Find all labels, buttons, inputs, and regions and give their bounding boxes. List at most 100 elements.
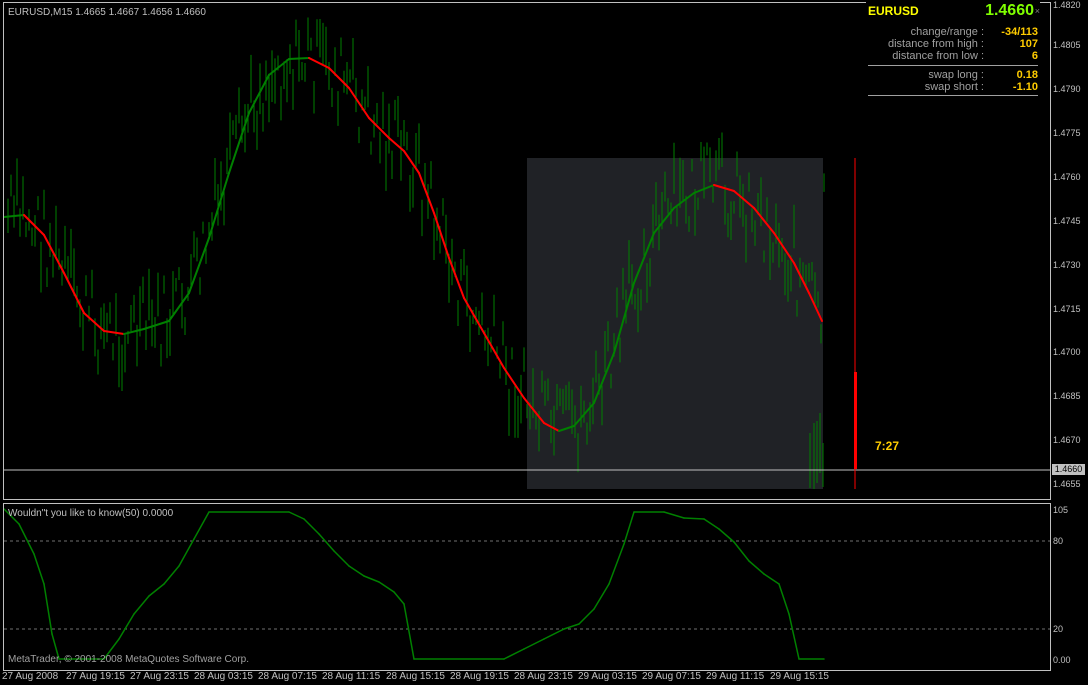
price-tick: 1.4670: [1053, 435, 1081, 445]
moving-average-line: [418, 172, 435, 214]
moving-average-line: [23, 214, 45, 236]
moving-average-line: [448, 257, 465, 299]
indicator-line: [163, 565, 180, 585]
moving-average-line: [328, 67, 350, 89]
distance-high-label: distance from high :: [888, 38, 984, 50]
indicator-line: [763, 573, 780, 585]
time-tick: 28 Aug 11:15: [322, 671, 381, 682]
indicator-line: [43, 583, 53, 635]
indicator-line: [393, 591, 405, 605]
indicator-tick: 20: [1053, 624, 1064, 634]
indicator-line: [303, 518, 320, 535]
copyright-text: MetaTrader, © 2001-2008 MetaQuotes Softw…: [8, 654, 250, 665]
indicator-line: [318, 533, 335, 552]
indicator-line: [543, 628, 565, 640]
info-divider-bottom: [868, 95, 1038, 96]
indicator-line: [788, 613, 800, 660]
indicator-pane[interactable]: Wouldn"t you like to know(50) 0.0000 Met…: [3, 503, 1051, 671]
distance-low-value: 6: [1031, 50, 1038, 62]
time-tick: 28 Aug 07:15: [258, 671, 317, 682]
distance-low-label: distance from low :: [892, 50, 984, 62]
indicator-line: [623, 511, 635, 545]
swap-short-value: -1.10: [1012, 81, 1038, 93]
time-tick: 27 Aug 19:15: [66, 671, 125, 682]
price-tick: 1.4775: [1053, 128, 1081, 138]
moving-average-line: [123, 328, 145, 335]
indicator-line: [503, 648, 525, 660]
indicator-line: [18, 523, 35, 555]
price-tick: 1.4730: [1053, 260, 1081, 270]
time-tick: 27 Aug 23:15: [130, 671, 189, 682]
price-tick: 1.4715: [1053, 304, 1081, 314]
moving-average-line: [188, 237, 210, 294]
indicator-line: [363, 575, 380, 583]
indicator-line: [333, 550, 350, 567]
price-tick: 1.4760: [1053, 172, 1081, 182]
moving-average-line: [208, 172, 230, 239]
indicator-tick: 105: [1053, 505, 1069, 515]
time-tick: 29 Aug 03:15: [578, 671, 637, 682]
time-tick: 29 Aug 15:15: [770, 671, 829, 682]
indicator-canvas[interactable]: [4, 504, 1050, 670]
indicator-line: [33, 553, 45, 585]
indicator-line: [563, 623, 580, 630]
price-tick: 1.4745: [1053, 216, 1081, 226]
time-tick: 29 Aug 07:15: [642, 671, 701, 682]
swap-long-label: swap long :: [928, 69, 984, 81]
indicator-line: [348, 565, 365, 577]
indicator-line: [523, 638, 545, 650]
indicator-line: [288, 511, 305, 520]
indicator-line: [593, 583, 610, 610]
indicator-line: [178, 538, 195, 567]
indicator-line: [378, 581, 395, 593]
moving-average-line: [43, 234, 65, 274]
distance-high-value: 107: [1019, 38, 1038, 50]
price-tick: 1.4805: [1053, 40, 1081, 50]
indicator-tick: 0.00: [1053, 655, 1071, 665]
moving-average-line: [143, 320, 170, 330]
indicator-line: [748, 560, 765, 575]
moving-average-line: [288, 57, 310, 60]
indicator-line: [703, 518, 720, 530]
bar-timer: 7:27: [875, 439, 900, 453]
change-range-value: -34/113: [1001, 26, 1038, 38]
indicator-line: [578, 608, 595, 625]
time-tick: 28 Aug 19:15: [450, 671, 509, 682]
price-tick: 1.4700: [1053, 347, 1081, 357]
time-tick: 29 Aug 11:15: [706, 671, 765, 682]
price-tick: 1.4820: [1053, 0, 1081, 10]
price-tick: 1.4790: [1053, 84, 1081, 94]
indicator-line: [133, 595, 150, 615]
time-tick: 27 Aug 2008: [2, 671, 59, 682]
indicator-line: [118, 613, 135, 640]
info-divider: [868, 65, 1038, 66]
moving-average-line: [168, 292, 190, 322]
bid-price: 1.4660: [985, 2, 1034, 19]
indicator-line: [193, 511, 210, 540]
moving-average-line: [403, 150, 420, 174]
indicator-line: [733, 541, 750, 562]
chart-title: EURUSD,M15 1.4665 1.4667 1.4656 1.4660: [8, 7, 206, 18]
moving-average-line: [368, 117, 390, 139]
moving-average-line: [483, 332, 505, 369]
swap-short-label: swap short :: [924, 81, 984, 93]
price-tick: 1.4685: [1053, 391, 1081, 401]
moving-average-line: [433, 212, 450, 259]
indicator-line: [663, 511, 685, 519]
symbol-info-panel: EURUSD 1.4660 × change/range : -34/113 d…: [866, 2, 1040, 96]
price-tick: 1.4655: [1053, 479, 1081, 489]
current-price-label: 1.4660: [1052, 464, 1085, 475]
time-tick: 28 Aug 23:15: [514, 671, 573, 682]
change-range-label: change/range :: [910, 26, 984, 38]
indicator-line: [403, 603, 415, 660]
indicator-title: Wouldn"t you like to know(50) 0.0000: [8, 508, 174, 519]
x-icon[interactable]: ×: [1035, 6, 1040, 16]
symbol-label: EURUSD: [868, 4, 919, 18]
moving-average-line: [388, 137, 405, 152]
indicator-tick: 80: [1053, 536, 1064, 546]
swap-long-value: 0.18: [1016, 69, 1038, 81]
indicator-line: [778, 583, 790, 615]
indicator-line: [148, 583, 165, 597]
indicator-line: [683, 517, 705, 520]
moving-average-line: [4, 214, 25, 218]
